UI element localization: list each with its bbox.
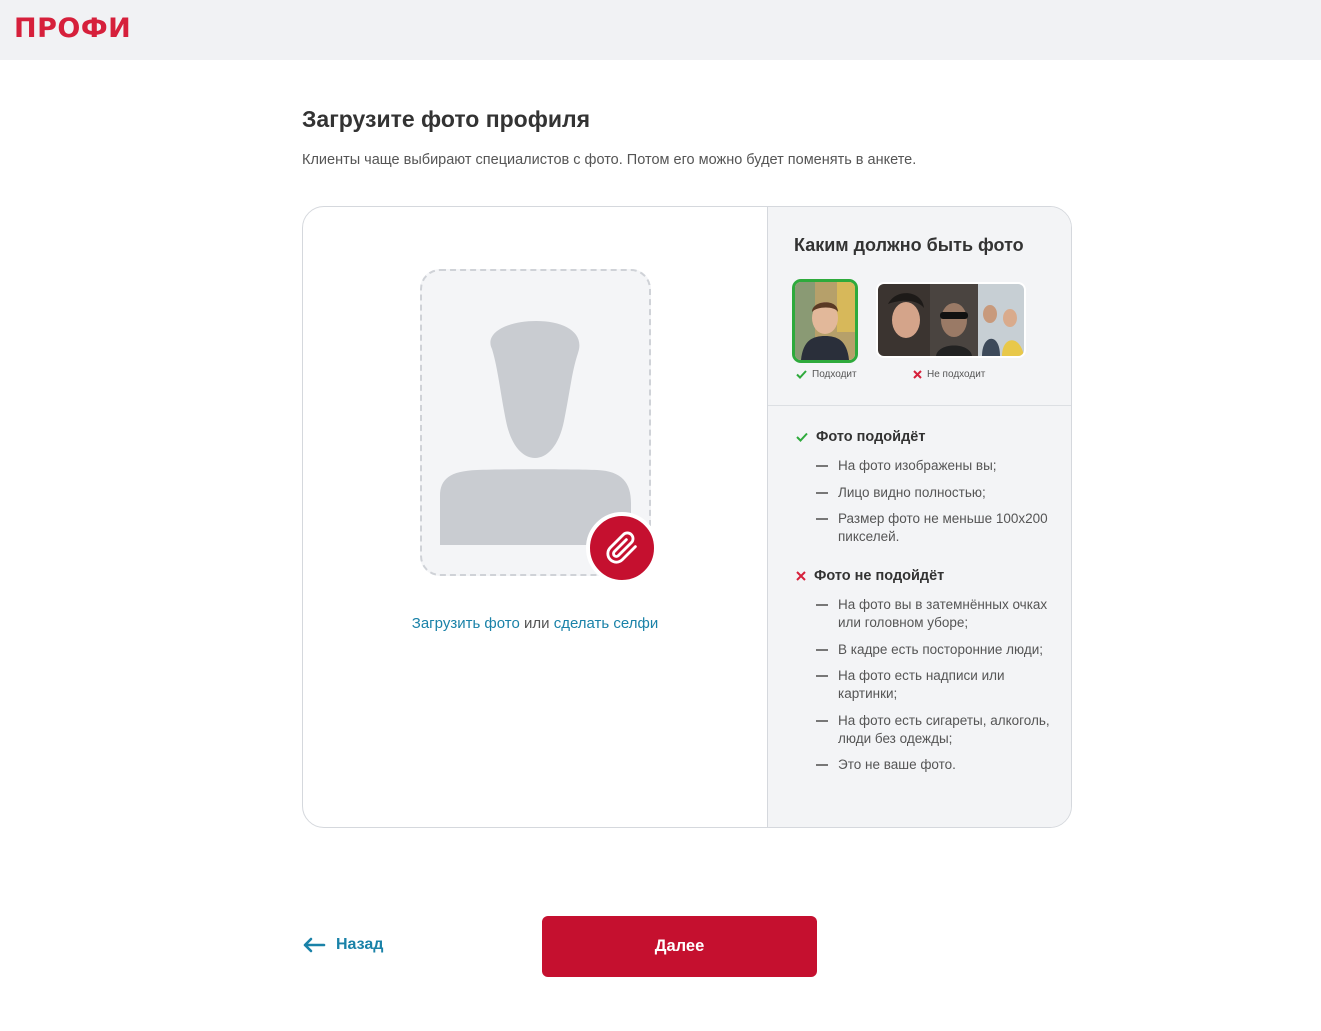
cross-icon — [796, 571, 806, 581]
paperclip-icon — [606, 531, 637, 564]
list-item: Размер фото не меньше 100х200 пикселей. — [816, 510, 1051, 546]
divider — [768, 405, 1071, 406]
bad-rules-heading: Фото не подойдёт — [796, 568, 944, 584]
cross-icon — [913, 370, 922, 379]
good-caption: Подходит — [796, 369, 857, 380]
upload-links: Загрузить фото или сделать селфи — [303, 615, 767, 632]
attach-photo-button[interactable] — [586, 512, 658, 584]
photo-requirements-panel: Каким должно быть фото Подходит Не подхо… — [767, 207, 1071, 827]
check-icon — [796, 370, 807, 379]
take-selfie-link[interactable]: сделать селфи — [554, 615, 659, 632]
top-bar: ПРОФИ — [0, 0, 1321, 60]
good-photo-example — [792, 279, 858, 363]
bad-caption: Не подходит — [913, 369, 985, 380]
photo-upload-card: Загрузить фото или сделать селфи Каким д… — [302, 206, 1072, 828]
list-item: На фото изображены вы; — [816, 457, 1051, 475]
back-button[interactable]: Назад — [302, 936, 383, 954]
check-icon — [796, 432, 808, 442]
list-item: На фото есть сигареты, алкоголь, люди бе… — [816, 712, 1051, 748]
page-title: Загрузите фото профиля — [302, 106, 591, 132]
list-item: В кадре есть посторонние люди; — [816, 641, 1051, 659]
good-rules-list: На фото изображены вы; Лицо видно полнос… — [816, 457, 1051, 555]
profi-logo[interactable]: ПРОФИ — [14, 13, 131, 44]
next-button[interactable]: Далее — [542, 916, 817, 977]
upload-photo-link[interactable]: Загрузить фото — [412, 615, 520, 632]
page-subtitle: Клиенты чаще выбирают специалистов с фот… — [302, 152, 917, 168]
requirements-title: Каким должно быть фото — [794, 235, 1024, 255]
arrow-left-icon — [303, 937, 326, 953]
bad-photo-examples — [876, 282, 1026, 358]
list-item: На фото есть надписи или картинки; — [816, 667, 1051, 703]
upload-panel: Загрузить фото или сделать селфи — [303, 207, 767, 827]
good-rules-heading: Фото подойдёт — [796, 429, 925, 445]
or-text: или — [519, 615, 554, 632]
list-item: Это не ваше фото. — [816, 756, 1051, 774]
list-item: Лицо видно полностью; — [816, 484, 1051, 502]
bad-rules-list: На фото вы в затемнённых очках или голов… — [816, 596, 1051, 783]
list-item: На фото вы в затемнённых очках или голов… — [816, 596, 1051, 632]
back-label: Назад — [336, 936, 384, 953]
